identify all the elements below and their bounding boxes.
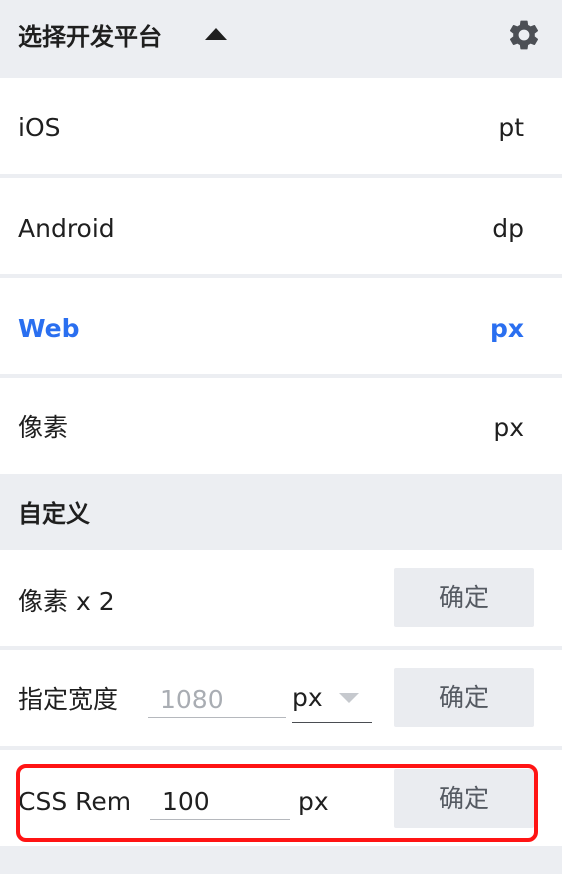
pixel-x2-label: 像素 x 2 [18,587,115,616]
platform-unit: px [489,314,524,343]
platform-name: Web [18,314,80,343]
width-unit-value: px [292,683,323,712]
platform-unit: dp [492,214,524,243]
width-input[interactable] [148,682,286,718]
custom-row-pixel-x2: 像素 x 2 确定 [0,550,562,646]
custom-section-title: 自定义 [18,500,90,528]
platform-name: Android [18,214,115,243]
pixel-x2-confirm-button[interactable]: 确定 [394,568,534,627]
platform-header-title[interactable]: 选择开发平台 [18,19,162,55]
width-unit-select[interactable]: px [292,680,372,723]
custom-row-width: 指定宽度 确定 [0,650,562,746]
platform-header: 选择开发平台 [0,0,562,78]
css-rem-label: CSS Rem [18,787,132,816]
platform-row-pixel[interactable]: 像素 px [0,378,562,474]
width-label: 指定宽度 [18,685,119,714]
caret-up-icon[interactable] [205,28,227,40]
platform-name: iOS [18,113,61,142]
platform-row-ios[interactable]: iOS pt [0,78,562,174]
platform-unit: pt [498,113,524,142]
width-confirm-button[interactable]: 确定 [394,668,534,727]
gear-icon[interactable] [506,17,542,53]
platform-row-web[interactable]: Web px [0,278,562,374]
css-rem-input[interactable] [150,784,290,820]
custom-row-css-rem: CSS Rem 确定 [0,750,562,846]
platform-name: 像素 [18,413,69,442]
css-rem-confirm-button[interactable]: 确定 [394,769,534,828]
platform-unit: px [493,413,524,442]
chevron-down-icon [339,693,359,703]
css-rem-unit: px [298,787,329,816]
platform-row-android[interactable]: Android dp [0,178,562,274]
